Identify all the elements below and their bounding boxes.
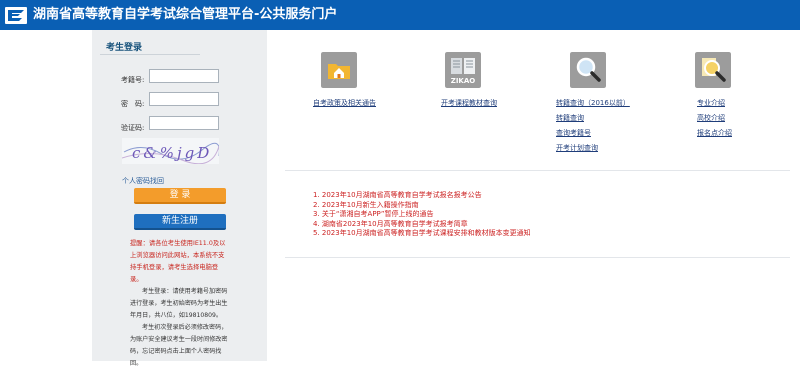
exam-number-query-link[interactable]: 查询考籍号	[556, 128, 591, 138]
major-intro-link[interactable]: 专业介绍	[697, 98, 725, 108]
news-item[interactable]: 4. 湖南省2023年10月高等教育自学考试报考简章	[313, 220, 531, 230]
news-item[interactable]: 2. 2023年10月新生入籍操作指南	[313, 201, 531, 211]
divider	[285, 170, 790, 171]
password-input[interactable]	[149, 92, 219, 106]
exam-number-label: 考籍号:	[121, 76, 145, 84]
browser-notice: 提醒：请各位考生使用IE11.0及以上浏览器访问此网站，本系统不支持手机登录，请…	[130, 240, 226, 283]
site-title: 湖南省高等教育自学考试综合管理平台-公共服务门户	[33, 7, 338, 22]
logo-icon	[5, 7, 27, 24]
policy-link[interactable]: 自考政策及相关通告	[313, 98, 376, 108]
search-school-icon[interactable]	[695, 52, 731, 88]
login-title: 考生登录	[106, 43, 143, 53]
captcha-image[interactable]: c&%jgD	[122, 138, 219, 164]
divider	[100, 54, 200, 55]
register-button[interactable]: 新生注册	[134, 214, 226, 230]
forgot-password-link[interactable]: 个人密码找回	[122, 176, 164, 186]
zikao-book-icon[interactable]: ZIKAO	[445, 52, 481, 88]
captcha-text: c&%jgD	[132, 144, 212, 162]
divider	[285, 257, 790, 258]
login-panel: 考生登录 考籍号: 密 码: 验证码: c&%jgD 个人密码找回 登 录 新生…	[92, 30, 267, 367]
exam-number-input[interactable]	[149, 69, 219, 83]
news-item[interactable]: 5. 2023年10月湖南省高等教育自学考试课程安排和教材版本变更通知	[313, 229, 531, 239]
course-textbook-link[interactable]: 开考课程教材查询	[441, 98, 497, 108]
login-instruction-text: 考生登录：请使用考籍号加密码进行登录，考生初始密码为考生出生年月日，共八位，如1…	[130, 288, 228, 319]
transfer-query-old-link[interactable]: 转籍查询（2016以前）	[556, 98, 630, 108]
news-list: 1. 2023年10月湖南省高等教育自学考试报名报考公告 2. 2023年10月…	[313, 191, 531, 239]
login-instruction: 考生登录：请使用考籍号加密码进行登录，考生初始密码为考生出生年月日，共八位，如1…	[130, 286, 230, 322]
svg-text:ZIKAO: ZIKAO	[451, 77, 476, 85]
folder-house-icon[interactable]	[321, 52, 357, 88]
news-item[interactable]: 1. 2023年10月湖南省高等教育自学考试报名报考公告	[313, 191, 531, 201]
registration-site-link[interactable]: 报名点介绍	[697, 128, 732, 138]
password-instruction: 考生初次登录后必须修改密码，为账户安全建议考生一段时间修改密码，忘记密码点击上面…	[130, 322, 230, 370]
login-button[interactable]: 登 录	[134, 188, 226, 204]
magnifier-icon[interactable]	[570, 52, 606, 88]
college-intro-link[interactable]: 高校介绍	[697, 113, 725, 123]
exam-plan-query-link[interactable]: 开考计划查询	[556, 143, 598, 153]
transfer-query-link[interactable]: 转籍查询	[556, 113, 584, 123]
password-label: 密 码:	[121, 100, 145, 108]
news-item[interactable]: 3. 关于“潇湘自考APP”暂停上线的通告	[313, 210, 531, 220]
captcha-input[interactable]	[149, 116, 219, 130]
top-header: 湖南省高等教育自学考试综合管理平台-公共服务门户	[0, 0, 800, 30]
captcha-label: 验证码:	[121, 124, 145, 132]
